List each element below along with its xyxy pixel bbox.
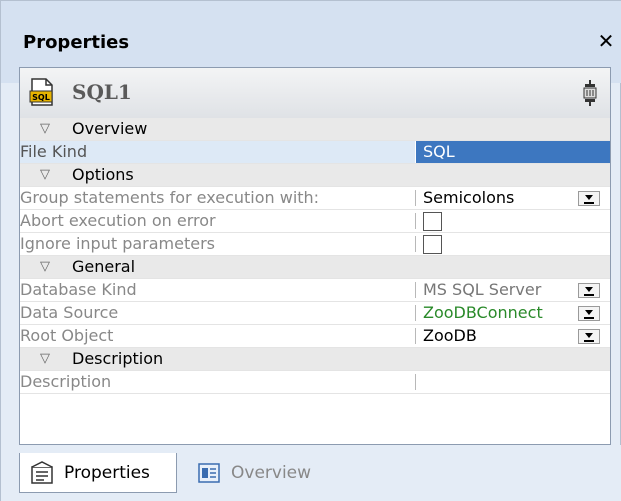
section-label: General [72,257,136,276]
column-separator [415,236,416,252]
prop-row-ignore-input[interactable]: Ignore input parameters [20,233,610,256]
collapse-triangle-icon[interactable]: ▽ [40,164,50,186]
prop-value: ZooDBConnect [423,303,543,322]
prop-key: Group statements for execution with: [20,188,320,207]
properties-icon [31,461,53,484]
svg-text:SQL: SQL [32,93,50,102]
prop-key: Description [20,372,112,391]
column-separator [415,213,416,229]
dropdown-arrow-icon[interactable] [578,329,600,344]
object-name: SQL1 [72,80,132,104]
prop-key: Database Kind [20,280,137,299]
prop-row-description[interactable]: Description [20,371,610,394]
properties-panel: Properties ✕ SQL SQL1 ▽ Overview File Ki… [0,0,621,501]
prop-value: MS SQL Server [423,280,542,299]
section-label: Overview [72,119,148,138]
column-separator [415,190,416,206]
section-general[interactable]: ▽ General [20,256,610,279]
column-separator [415,305,416,321]
pin-icon[interactable] [580,80,600,106]
close-icon[interactable]: ✕ [596,30,616,52]
prop-row-data-source[interactable]: Data Source ZooDBConnect [20,302,610,325]
ignore-input-checkbox[interactable] [423,235,442,254]
prop-value: Semicolons [423,188,515,207]
prop-key: Abort execution on error [20,211,216,230]
overview-icon [198,463,220,483]
dropdown-arrow-icon[interactable] [578,306,600,321]
collapse-triangle-icon[interactable]: ▽ [40,348,50,370]
tab-properties[interactable]: Properties [19,453,177,493]
prop-row-root-object[interactable]: Root Object ZooDB [20,325,610,348]
panel-title: Properties [23,32,130,53]
prop-row-file-kind[interactable]: File Kind SQL [20,141,610,164]
prop-row-database-kind[interactable]: Database Kind MS SQL Server [20,279,610,302]
section-label: Options [72,165,134,184]
prop-value: SQL [423,142,455,161]
section-description[interactable]: ▽ Description [20,348,610,371]
dropdown-arrow-icon[interactable] [578,191,600,206]
section-overview[interactable]: ▽ Overview [20,118,610,141]
abort-on-error-checkbox[interactable] [423,212,442,231]
section-options[interactable]: ▽ Options [20,164,610,187]
property-grid: SQL SQL1 ▽ Overview File Kind SQL ▽ Opti… [19,67,611,445]
column-separator [415,328,416,344]
object-header: SQL SQL1 [20,68,610,118]
column-separator [415,374,416,390]
dropdown-arrow-icon[interactable] [578,283,600,298]
prop-row-abort-on-error[interactable]: Abort execution on error [20,210,610,233]
prop-key: Root Object [20,326,114,345]
tab-label: Overview [231,463,312,483]
prop-key: Data Source [20,303,119,322]
prop-key: Ignore input parameters [20,234,216,253]
sql-file-icon: SQL [29,78,53,106]
collapse-triangle-icon[interactable]: ▽ [40,256,50,278]
tab-overview[interactable]: Overview [187,453,337,493]
prop-value: ZooDB [423,326,477,345]
column-separator [415,282,416,298]
panel-tabs: Properties Overview [1,445,621,501]
tab-label: Properties [64,463,150,483]
prop-row-group-statements[interactable]: Group statements for execution with: Sem… [20,187,610,210]
prop-key: File Kind [20,141,415,163]
section-label: Description [72,349,164,368]
collapse-triangle-icon[interactable]: ▽ [40,118,50,140]
